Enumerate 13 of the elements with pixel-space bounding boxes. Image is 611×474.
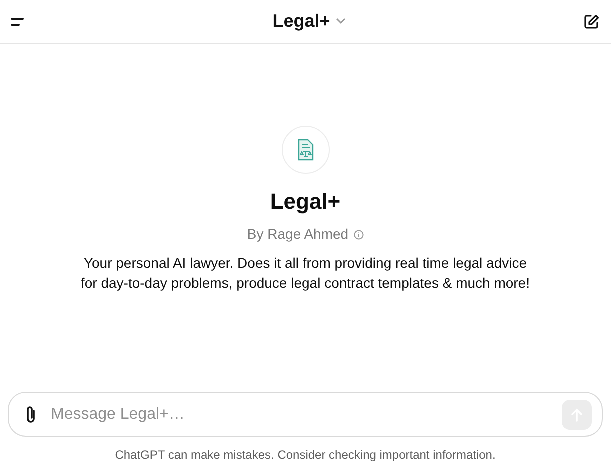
- disclaimer: ChatGPT can make mistakes. Consider checking important information.: [114, 447, 497, 464]
- new-chat-button[interactable]: [583, 12, 601, 30]
- gpt-description: Your personal AI lawyer. Does it all from providing real time legal advice for day-to-day problems, produce legal contract templates & much more!: [80, 254, 530, 293]
- gpt-name: Legal+: [270, 188, 341, 216]
- message-composer[interactable]: Message Legal+…: [8, 392, 603, 437]
- author-name: By Rage Ahmed: [247, 225, 349, 244]
- paperclip-icon: [24, 404, 38, 424]
- model-selector[interactable]: Legal+: [272, 8, 346, 35]
- message-input[interactable]: Message Legal+…: [51, 402, 552, 426]
- chevron-down-icon: [336, 18, 346, 25]
- menu-icon: [11, 16, 27, 26]
- info-icon: [354, 230, 364, 240]
- edit-icon: [584, 14, 600, 30]
